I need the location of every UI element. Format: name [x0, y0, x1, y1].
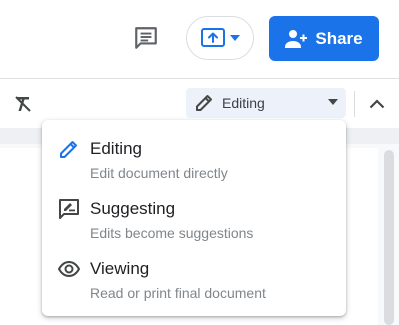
share-button-label: Share — [315, 28, 363, 48]
menu-item-description: Read or print final document — [90, 285, 266, 301]
pencil-icon — [58, 138, 80, 160]
menu-item-suggesting[interactable]: Suggesting Edits become suggestions — [42, 180, 346, 241]
present-icon — [201, 28, 225, 47]
chevron-up-icon — [369, 99, 385, 109]
comment-icon — [135, 27, 157, 49]
comment-history-button[interactable] — [128, 20, 164, 56]
editing-mode-label: Editing — [222, 95, 265, 111]
suggest-edit-icon — [58, 198, 80, 220]
editing-mode-menu: Editing Edit document directly Suggestin… — [42, 120, 346, 316]
menu-item-title: Suggesting — [90, 199, 176, 218]
person-add-icon — [285, 29, 308, 48]
caret-down-icon — [328, 99, 338, 105]
docs-header: Share — [0, 0, 399, 78]
share-button[interactable]: Share — [269, 16, 379, 61]
editing-mode-select[interactable]: Editing — [186, 88, 346, 118]
eye-icon — [58, 258, 80, 280]
menu-item-title: Editing — [90, 139, 142, 158]
pencil-icon — [196, 95, 212, 111]
hide-menus-button[interactable] — [364, 91, 390, 117]
menu-item-viewing[interactable]: Viewing Read or print final document — [42, 240, 346, 301]
menu-item-title: Viewing — [90, 259, 150, 278]
vertical-scrollbar[interactable] — [384, 150, 394, 325]
toolbar-separator — [354, 91, 355, 117]
menu-item-description: Edit document directly — [90, 165, 228, 181]
clear-formatting-button[interactable] — [10, 91, 36, 117]
chevron-down-icon — [230, 35, 240, 41]
present-button[interactable] — [186, 16, 254, 60]
menu-item-description: Edits become suggestions — [90, 225, 254, 241]
menu-item-editing[interactable]: Editing Edit document directly — [42, 120, 346, 181]
clear-formatting-icon — [15, 96, 31, 112]
